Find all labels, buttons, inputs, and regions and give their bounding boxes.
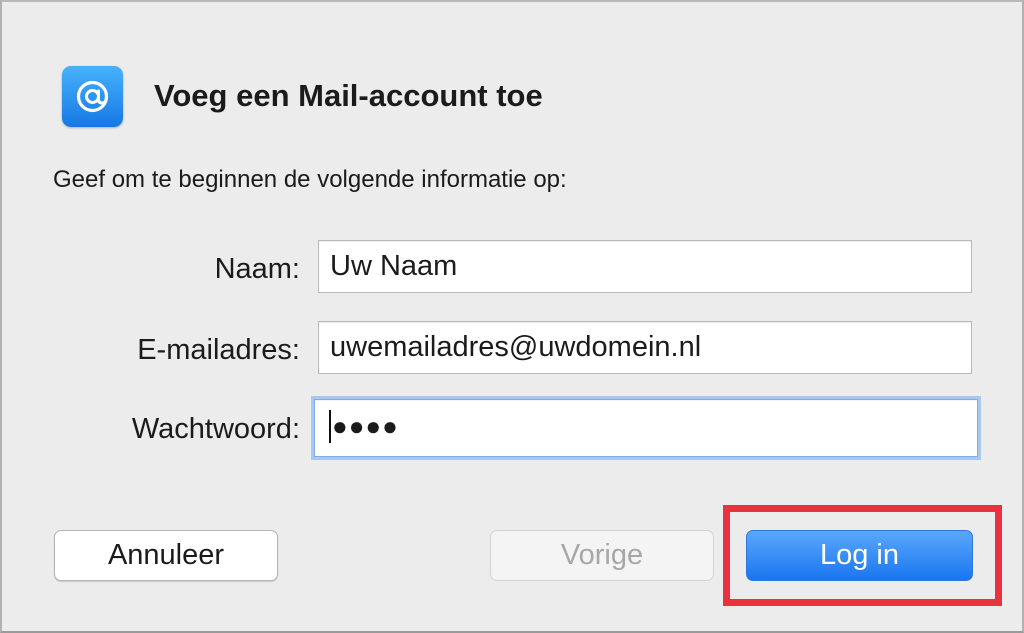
password-field[interactable]: ●●●● [314, 399, 978, 457]
name-field-value: Uw Naam [330, 250, 458, 282]
login-highlight-box [723, 505, 1002, 606]
add-mail-account-dialog: Voeg een Mail-account toe Geef om te beg… [0, 0, 1024, 633]
cancel-button[interactable]: Annuleer [54, 530, 278, 581]
password-mask: ●●●● [332, 410, 399, 441]
previous-button[interactable]: Vorige [490, 530, 714, 581]
dialog-title: Voeg een Mail-account toe [154, 78, 543, 113]
name-field[interactable]: Uw Naam [318, 240, 972, 293]
email-field[interactable]: uwemailadres@uwdomein.nl [318, 321, 972, 374]
email-label: E-mailadres: [137, 334, 300, 366]
text-caret [329, 409, 331, 443]
mail-at-icon [62, 66, 123, 127]
email-field-value: uwemailadres@uwdomein.nl [330, 331, 702, 363]
intro-text: Geef om te beginnen de volgende informat… [53, 166, 567, 193]
password-label: Wachtwoord: [131, 413, 300, 445]
name-label: Naam: [214, 253, 300, 285]
